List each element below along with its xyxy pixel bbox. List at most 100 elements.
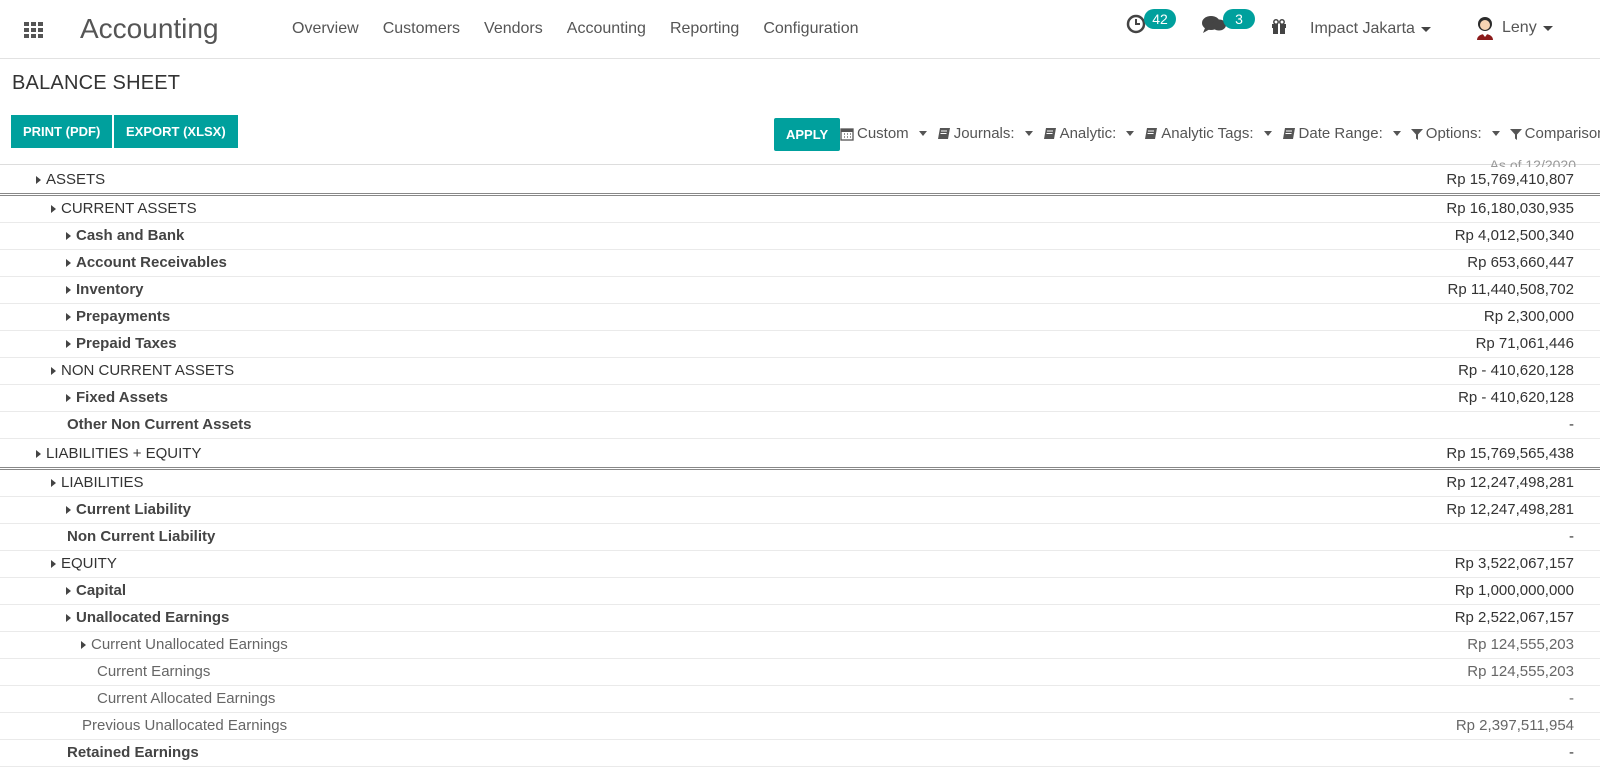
report-row-label[interactable]: Capital	[66, 582, 126, 599]
report-row[interactable]: CURRENT ASSETS Rp 16,180,030,935	[0, 196, 1600, 223]
report-row-label[interactable]: LIABILITIES + EQUITY	[36, 445, 201, 462]
caret-right-icon[interactable]	[66, 285, 71, 294]
report-row[interactable]: ASSETS Rp 15,769,410,807	[0, 165, 1600, 196]
menu-reporting[interactable]: Reporting	[670, 20, 739, 38]
menu-accounting[interactable]: Accounting	[567, 20, 646, 38]
report-row-amount: Rp 16,180,030,935	[1446, 200, 1574, 217]
report-row-label[interactable]: Unallocated Earnings	[66, 609, 229, 626]
report-row[interactable]: Inventory Rp 11,440,508,702	[0, 277, 1600, 304]
report-row[interactable]: Unallocated Earnings Rp 2,522,067,157	[0, 605, 1600, 632]
report-row-label[interactable]: Account Receivables	[66, 254, 227, 271]
report-row[interactable]: Capital Rp 1,000,000,000	[0, 578, 1600, 605]
calendar-icon	[840, 127, 854, 141]
menu-customers[interactable]: Customers	[383, 20, 460, 38]
report-row: Previous Unallocated Earnings Rp 2,397,51…	[0, 713, 1600, 740]
report-row-label[interactable]: NON CURRENT ASSETS	[51, 362, 234, 379]
app-title[interactable]: Accounting	[80, 13, 219, 45]
report-row-text: Previous Unallocated Earnings	[82, 717, 288, 734]
report-row[interactable]: LIABILITIES Rp 12,247,498,281	[0, 470, 1600, 497]
report-row-label[interactable]: Prepayments	[66, 308, 170, 325]
report-row[interactable]: Prepaid Taxes Rp 71,061,446	[0, 331, 1600, 358]
report-row-label: Other Non Current Assets	[67, 416, 251, 433]
gift-icon[interactable]	[1271, 19, 1287, 35]
report-row-label[interactable]: Current Unallocated Earnings	[81, 636, 288, 653]
report-row-label[interactable]: EQUITY	[51, 555, 117, 572]
caret-right-icon[interactable]	[36, 449, 41, 458]
report-row-text: Cash and Bank	[76, 227, 185, 244]
caret-right-icon[interactable]	[66, 312, 71, 321]
report-row[interactable]: Account Receivables Rp 653,660,447	[0, 250, 1600, 277]
report-row-label[interactable]: Current Liability	[66, 501, 191, 518]
menu-configuration[interactable]: Configuration	[763, 20, 858, 38]
book-icon	[937, 128, 950, 139]
filter-analytic[interactable]: Analytic:	[1043, 125, 1135, 142]
caret-right-icon[interactable]	[51, 204, 56, 213]
report-row-amount: -	[1569, 528, 1574, 545]
report-row-amount: Rp 11,440,508,702	[1447, 281, 1575, 298]
report-row-label: Non Current Liability	[67, 528, 215, 545]
filter-date-range[interactable]: Date Range:	[1282, 125, 1401, 142]
menu-vendors[interactable]: Vendors	[484, 20, 543, 38]
report-row[interactable]: Current Unallocated Earnings Rp 124,555,2…	[0, 632, 1600, 659]
report-row-label[interactable]: Inventory	[66, 281, 144, 298]
filter-bar: Custom Journals: Analytic: Analytic Tags…	[840, 125, 1600, 142]
report-row[interactable]: Prepayments Rp 2,300,000	[0, 304, 1600, 331]
funnel-icon	[1509, 128, 1522, 140]
print-pdf-button[interactable]: PRINT (PDF)	[11, 115, 113, 148]
report-row-amount: Rp 2,300,000	[1483, 308, 1574, 325]
book-icon	[1043, 128, 1056, 139]
company-name: Impact Jakarta	[1310, 20, 1415, 37]
filter-analytic-tags[interactable]: Analytic Tags:	[1144, 125, 1272, 142]
apply-button[interactable]: APPLY	[774, 118, 841, 151]
caret-right-icon[interactable]	[66, 258, 71, 267]
menu-overview[interactable]: Overview	[292, 20, 359, 38]
caret-right-icon[interactable]	[66, 586, 71, 595]
caret-right-icon[interactable]	[66, 393, 71, 402]
caret-right-icon[interactable]	[66, 613, 71, 622]
filter-date-range-label: Date Range:	[1298, 125, 1383, 142]
caret-right-icon[interactable]	[66, 339, 71, 348]
user-menu[interactable]: Leny	[1474, 16, 1553, 40]
caret-right-icon[interactable]	[36, 175, 41, 184]
caret-right-icon[interactable]	[51, 559, 56, 568]
company-switcher[interactable]: Impact Jakarta	[1310, 20, 1431, 38]
report-row-label[interactable]: CURRENT ASSETS	[51, 200, 197, 217]
report-row-label[interactable]: ASSETS	[36, 171, 105, 188]
report-row-amount: Rp - 410,620,128	[1458, 389, 1574, 406]
report-row[interactable]: Cash and Bank Rp 4,012,500,340	[0, 223, 1600, 250]
caret-right-icon[interactable]	[66, 505, 71, 514]
main-menu: Overview Customers Vendors Accounting Re…	[292, 20, 882, 38]
report-row[interactable]: Fixed Assets Rp - 410,620,128	[0, 385, 1600, 412]
report-row[interactable]: NON CURRENT ASSETS Rp - 410,620,128	[0, 358, 1600, 385]
caret-right-icon[interactable]	[51, 478, 56, 487]
report-row-text: Account Receivables	[76, 254, 227, 271]
report-row-label: Previous Unallocated Earnings	[82, 717, 287, 734]
chevron-down-icon	[918, 131, 927, 136]
user-name: Leny	[1502, 19, 1537, 36]
report-row-label[interactable]: Prepaid Taxes	[66, 335, 177, 352]
report-row[interactable]: LIABILITIES + EQUITY Rp 15,769,565,438	[0, 439, 1600, 470]
activity-menu[interactable]: 42	[1126, 9, 1176, 34]
caret-right-icon[interactable]	[51, 366, 56, 375]
export-xlsx-button[interactable]: EXPORT (XLSX)	[114, 115, 238, 148]
report-row[interactable]: EQUITY Rp 3,522,067,157	[0, 551, 1600, 578]
chevron-down-icon	[1420, 26, 1431, 32]
apps-grid-icon[interactable]	[24, 22, 44, 38]
filter-journals[interactable]: Journals:	[937, 125, 1033, 142]
report-row-text: Current Allocated Earnings	[97, 690, 276, 707]
top-navbar: Accounting Overview Customers Vendors Ac…	[0, 0, 1600, 59]
report-row-amount: Rp 653,660,447	[1467, 254, 1574, 271]
report-row-label[interactable]: Fixed Assets	[66, 389, 168, 406]
filter-options[interactable]: Options:	[1410, 125, 1500, 142]
report-row: Current Earnings Rp 124,555,203	[0, 659, 1600, 686]
caret-right-icon[interactable]	[66, 231, 71, 240]
filter-custom[interactable]: Custom	[840, 125, 927, 142]
report-row-amount: Rp 124,555,203	[1467, 663, 1574, 680]
report-row-label[interactable]: LIABILITIES	[51, 474, 144, 491]
report-row-text: Other Non Current Assets	[67, 416, 252, 433]
report-row[interactable]: Current Liability Rp 12,247,498,281	[0, 497, 1600, 524]
messaging-menu[interactable]: 3	[1201, 9, 1255, 34]
caret-right-icon[interactable]	[81, 640, 86, 649]
filter-comparison[interactable]: Comparison:	[1509, 125, 1600, 142]
report-row-label[interactable]: Cash and Bank	[66, 227, 184, 244]
